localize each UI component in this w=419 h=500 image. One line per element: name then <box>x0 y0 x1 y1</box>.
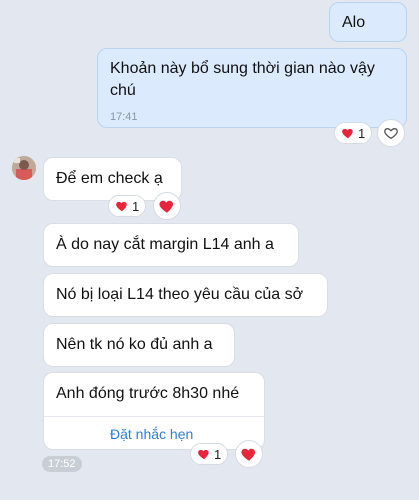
avatar[interactable] <box>12 156 36 180</box>
divider <box>44 416 264 417</box>
react-button[interactable] <box>153 192 181 220</box>
message-text: Nên tk nó ko đủ anh a <box>56 336 213 353</box>
set-reminder-link[interactable]: Đặt nhắc hẹn <box>110 426 193 442</box>
message-bubble-incoming[interactable]: Nó bị loại L14 theo yêu cầu của sở <box>43 273 328 317</box>
reaction-badge[interactable]: 1 <box>190 443 229 465</box>
message-text: Khoản này bổ sung thời gian nào vậy chú <box>110 60 375 99</box>
react-button[interactable] <box>235 440 263 468</box>
message-text: Để em check ạ <box>56 170 163 187</box>
reaction-badge[interactable]: 1 <box>108 195 147 217</box>
heart-icon <box>116 201 127 212</box>
message-bubble-outgoing[interactable]: Alo <box>329 2 407 42</box>
message-text: À do nay cắt margin L14 anh a <box>56 236 274 253</box>
reaction-count: 1 <box>358 125 366 141</box>
message-bubble-outgoing[interactable]: Khoản này bổ sung thời gian nào vậy chú … <box>97 48 407 128</box>
reaction-count: 1 <box>132 198 140 214</box>
reaction-badge[interactable]: 1 <box>334 122 373 144</box>
message-text: Anh đóng trước 8h30 nhé <box>56 385 240 402</box>
heart-outline-icon <box>384 127 398 140</box>
message-bubble-incoming[interactable]: Nên tk nó ko đủ anh a <box>43 323 235 367</box>
message-group-time: 17:52 <box>42 456 82 472</box>
message-text: Alo <box>342 14 366 31</box>
heart-icon <box>159 200 174 213</box>
message-text: Nó bị loại L14 theo yêu cầu của sở <box>56 286 304 303</box>
heart-icon <box>198 449 209 460</box>
react-button[interactable] <box>377 119 405 147</box>
heart-icon <box>342 128 353 139</box>
heart-icon <box>241 448 256 461</box>
message-bubble-incoming[interactable]: À do nay cắt margin L14 anh a <box>43 223 299 267</box>
avatar-image <box>12 156 36 180</box>
reaction-count: 1 <box>214 446 222 462</box>
